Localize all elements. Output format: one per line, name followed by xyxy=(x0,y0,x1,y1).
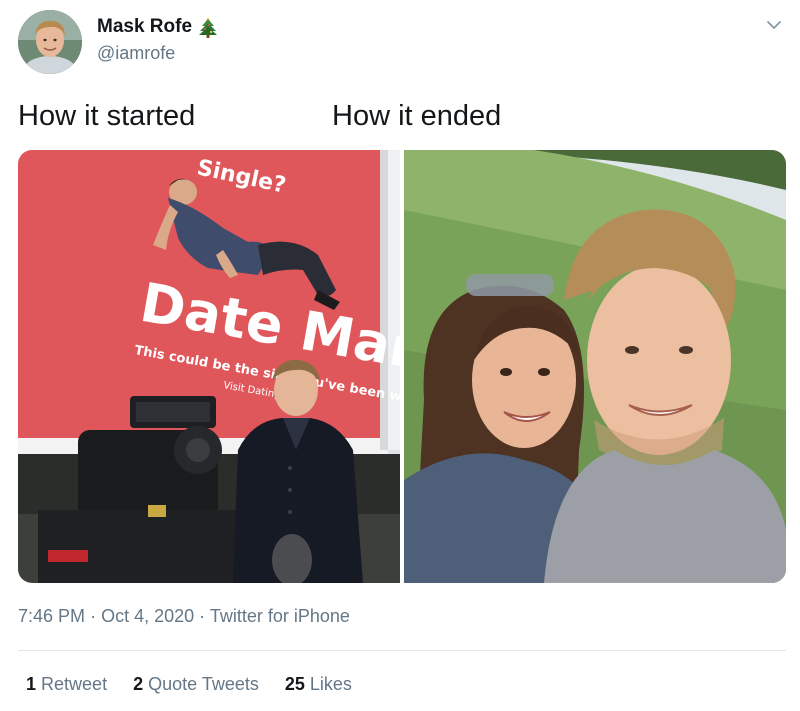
author-name-row: Mask Rofe xyxy=(97,16,218,38)
tweet-media: Single? Date Mark This could be the sign… xyxy=(18,150,786,583)
quote-tweets-count: 2 xyxy=(133,674,144,694)
chevron-down-icon[interactable] xyxy=(763,14,785,36)
tweet-source[interactable]: Twitter for iPhone xyxy=(210,606,350,626)
engagement-stats: 1 Retweet 2 Quote Tweets 25 Likes xyxy=(26,674,352,695)
retweets-label: Retweet xyxy=(41,674,108,694)
quote-tweets-stat[interactable]: 2 Quote Tweets xyxy=(133,674,259,695)
meta-separator: · xyxy=(90,606,97,626)
likes-count: 25 xyxy=(284,674,305,694)
meta-separator: · xyxy=(199,606,206,626)
tweet-timestamp[interactable]: 7:46 PM · Oct 4, 2020 · Twitter for iPho… xyxy=(18,606,350,627)
user-handle[interactable]: @iamrofe xyxy=(97,43,175,64)
avatar[interactable] xyxy=(18,10,82,74)
quote-tweets-label: Quote Tweets xyxy=(148,674,259,694)
photo-selfie[interactable] xyxy=(404,150,786,583)
tweet-date: Oct 4, 2020 xyxy=(101,606,195,626)
avatar-image xyxy=(18,10,82,74)
retweets-count: 1 xyxy=(26,674,37,694)
caption-how-it-ended: How it ended xyxy=(332,100,502,132)
christmas-tree-icon xyxy=(198,16,218,38)
display-name[interactable]: Mask Rofe xyxy=(97,16,192,38)
likes-label: Likes xyxy=(309,674,352,694)
likes-stat[interactable]: 25 Likes xyxy=(285,674,352,695)
retweets-stat[interactable]: 1 Retweet xyxy=(26,674,107,695)
photo-billboard[interactable]: Single? Date Mark This could be the sign… xyxy=(18,150,400,583)
tweet-time: 7:46 PM xyxy=(18,606,86,626)
caption-how-it-started: How it started xyxy=(18,100,196,132)
divider xyxy=(18,650,786,651)
